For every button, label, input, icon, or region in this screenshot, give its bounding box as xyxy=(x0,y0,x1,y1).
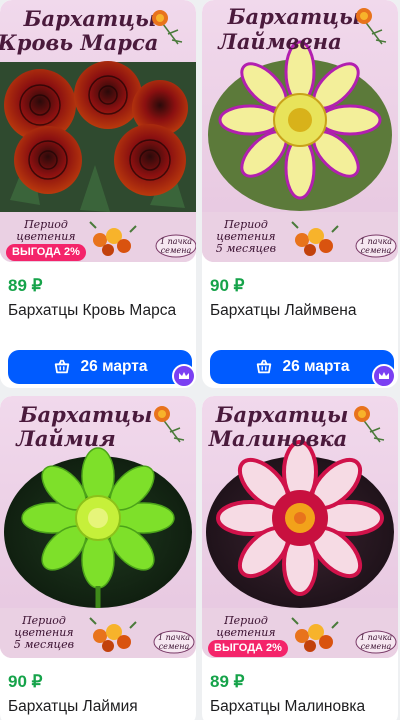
image-title-line1: Бархатцы xyxy=(227,4,361,29)
pack-line2: семена xyxy=(361,642,392,651)
image-title-line2: Кровь Марса xyxy=(0,30,158,55)
image-title-line2: Малиновка xyxy=(208,426,347,451)
promo-badge: ВЫГОДА 2% xyxy=(6,244,86,261)
product-card-2[interactable]: Бархатцы Лаймвена Период цветения 5 меся… xyxy=(202,0,398,388)
flower-head xyxy=(216,440,384,596)
price: 89 ₽ xyxy=(8,276,43,295)
flower-head xyxy=(21,447,175,589)
crown-icon xyxy=(379,372,389,379)
price: 89 ₽ xyxy=(210,672,245,691)
image-title-line2: Лаймвена xyxy=(217,29,341,54)
product-card-3[interactable]: Бархатцы Лаймия Период цветения 5 месяце… xyxy=(0,396,196,720)
image-title-line1: Бархатцы xyxy=(19,402,153,427)
product-image[interactable]: Бархатцы Малиновка Период цветения 1 пач… xyxy=(202,396,398,658)
period-line3: 5 месяцев xyxy=(14,638,74,651)
image-title-line1: Бархатцы xyxy=(23,6,157,31)
period-line2: цветения xyxy=(216,626,275,639)
product-image[interactable]: Бархатцы Лаймвена Период цветения 5 меся… xyxy=(202,0,398,262)
product-card-1[interactable]: Бархатцы Кровь Марса Период цветения 1 п… xyxy=(0,0,196,388)
period-line3: 5 месяцев xyxy=(216,242,276,255)
basket-icon xyxy=(256,359,271,374)
product-image[interactable]: Бархатцы Лаймия Период цветения 5 месяце… xyxy=(0,396,196,658)
product-card-4[interactable]: Бархатцы Малиновка Период цветения 1 пач… xyxy=(202,396,398,720)
image-title-line2: Лаймия xyxy=(15,426,115,451)
product-image[interactable]: Бархатцы Кровь Марса Период цветения 1 п… xyxy=(0,0,196,262)
add-to-cart-button[interactable]: 26 марта xyxy=(8,350,192,384)
add-to-cart-button[interactable]: 26 марта xyxy=(210,350,394,384)
pack-line1: 1 пачка xyxy=(360,237,392,246)
basket-icon xyxy=(54,359,69,374)
product-title[interactable]: Бархатцы Малиновка xyxy=(210,696,390,717)
delivery-date: 26 марта xyxy=(282,358,350,375)
product-title[interactable]: Бархатцы Лаймвена xyxy=(210,300,390,321)
pack-line1: 1 пачка xyxy=(158,633,190,642)
price: 90 ₽ xyxy=(8,672,43,691)
pack-line2: семена xyxy=(161,246,192,255)
product-title[interactable]: Бархатцы Кровь Марса xyxy=(8,300,188,321)
price: 90 ₽ xyxy=(210,276,245,295)
product-grid: Бархатцы Кровь Марса Период цветения 1 п… xyxy=(0,0,400,720)
pack-line1: 1 пачка xyxy=(360,633,392,642)
pack-line2: семена xyxy=(159,642,190,651)
crown-icon xyxy=(179,372,189,379)
crown-badge xyxy=(372,364,396,388)
crown-badge xyxy=(172,364,196,388)
image-title-line1: Бархатцы xyxy=(215,402,349,427)
pack-line2: семена xyxy=(361,246,392,255)
promo-badge: ВЫГОДА 2% xyxy=(208,640,288,657)
flower-head xyxy=(218,40,382,200)
product-title[interactable]: Бархатцы Лаймия xyxy=(8,696,188,717)
pack-line1: 1 пачка xyxy=(160,237,192,246)
delivery-date: 26 марта xyxy=(80,358,148,375)
period-line2: цветения xyxy=(16,230,75,243)
